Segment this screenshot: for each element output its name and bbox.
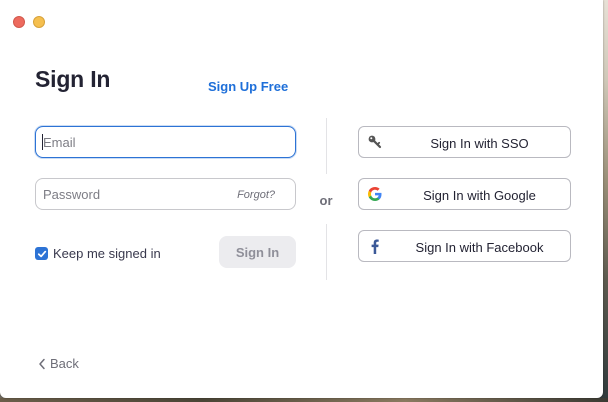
back-label: Back (50, 356, 79, 371)
back-button[interactable]: Back (38, 356, 79, 371)
divider-bottom (326, 224, 327, 280)
email-placeholder: Email (43, 135, 76, 150)
signin-window: Sign In Sign Up Free Email Password Forg… (0, 0, 603, 398)
desktop-wallpaper-strip (0, 398, 608, 402)
page-title: Sign In (35, 66, 111, 92)
password-placeholder: Password (43, 187, 101, 202)
facebook-button-label: Sign In with Facebook (415, 240, 544, 255)
sign-in-sso-button[interactable]: Sign In with SSO (358, 126, 571, 158)
forgot-password-link[interactable]: Forgot? (237, 189, 275, 201)
keep-signed-in[interactable]: Keep me signed in (35, 246, 161, 261)
checkmark-icon (37, 250, 46, 257)
sso-button-label: Sign In with SSO (430, 136, 529, 151)
divider-top (326, 118, 327, 174)
password-field[interactable]: Password Forgot? (35, 178, 296, 210)
keep-signed-in-label: Keep me signed in (53, 246, 161, 261)
sign-in-facebook-button[interactable]: Sign In with Facebook (358, 230, 571, 262)
window-close-button[interactable] (13, 16, 25, 28)
email-field[interactable]: Email (35, 126, 296, 158)
key-icon (367, 134, 383, 150)
or-separator: or (319, 193, 333, 208)
keep-signed-in-checkbox[interactable] (35, 247, 48, 260)
window-minimize-button[interactable] (33, 16, 45, 28)
google-button-label: Sign In with Google (423, 188, 536, 203)
google-icon (367, 186, 383, 202)
facebook-icon (367, 238, 383, 254)
chevron-left-icon (39, 358, 45, 369)
sign-up-free-link[interactable]: Sign Up Free (208, 79, 288, 94)
sign-in-button[interactable]: Sign In (219, 236, 296, 268)
sign-in-google-button[interactable]: Sign In with Google (358, 178, 571, 210)
